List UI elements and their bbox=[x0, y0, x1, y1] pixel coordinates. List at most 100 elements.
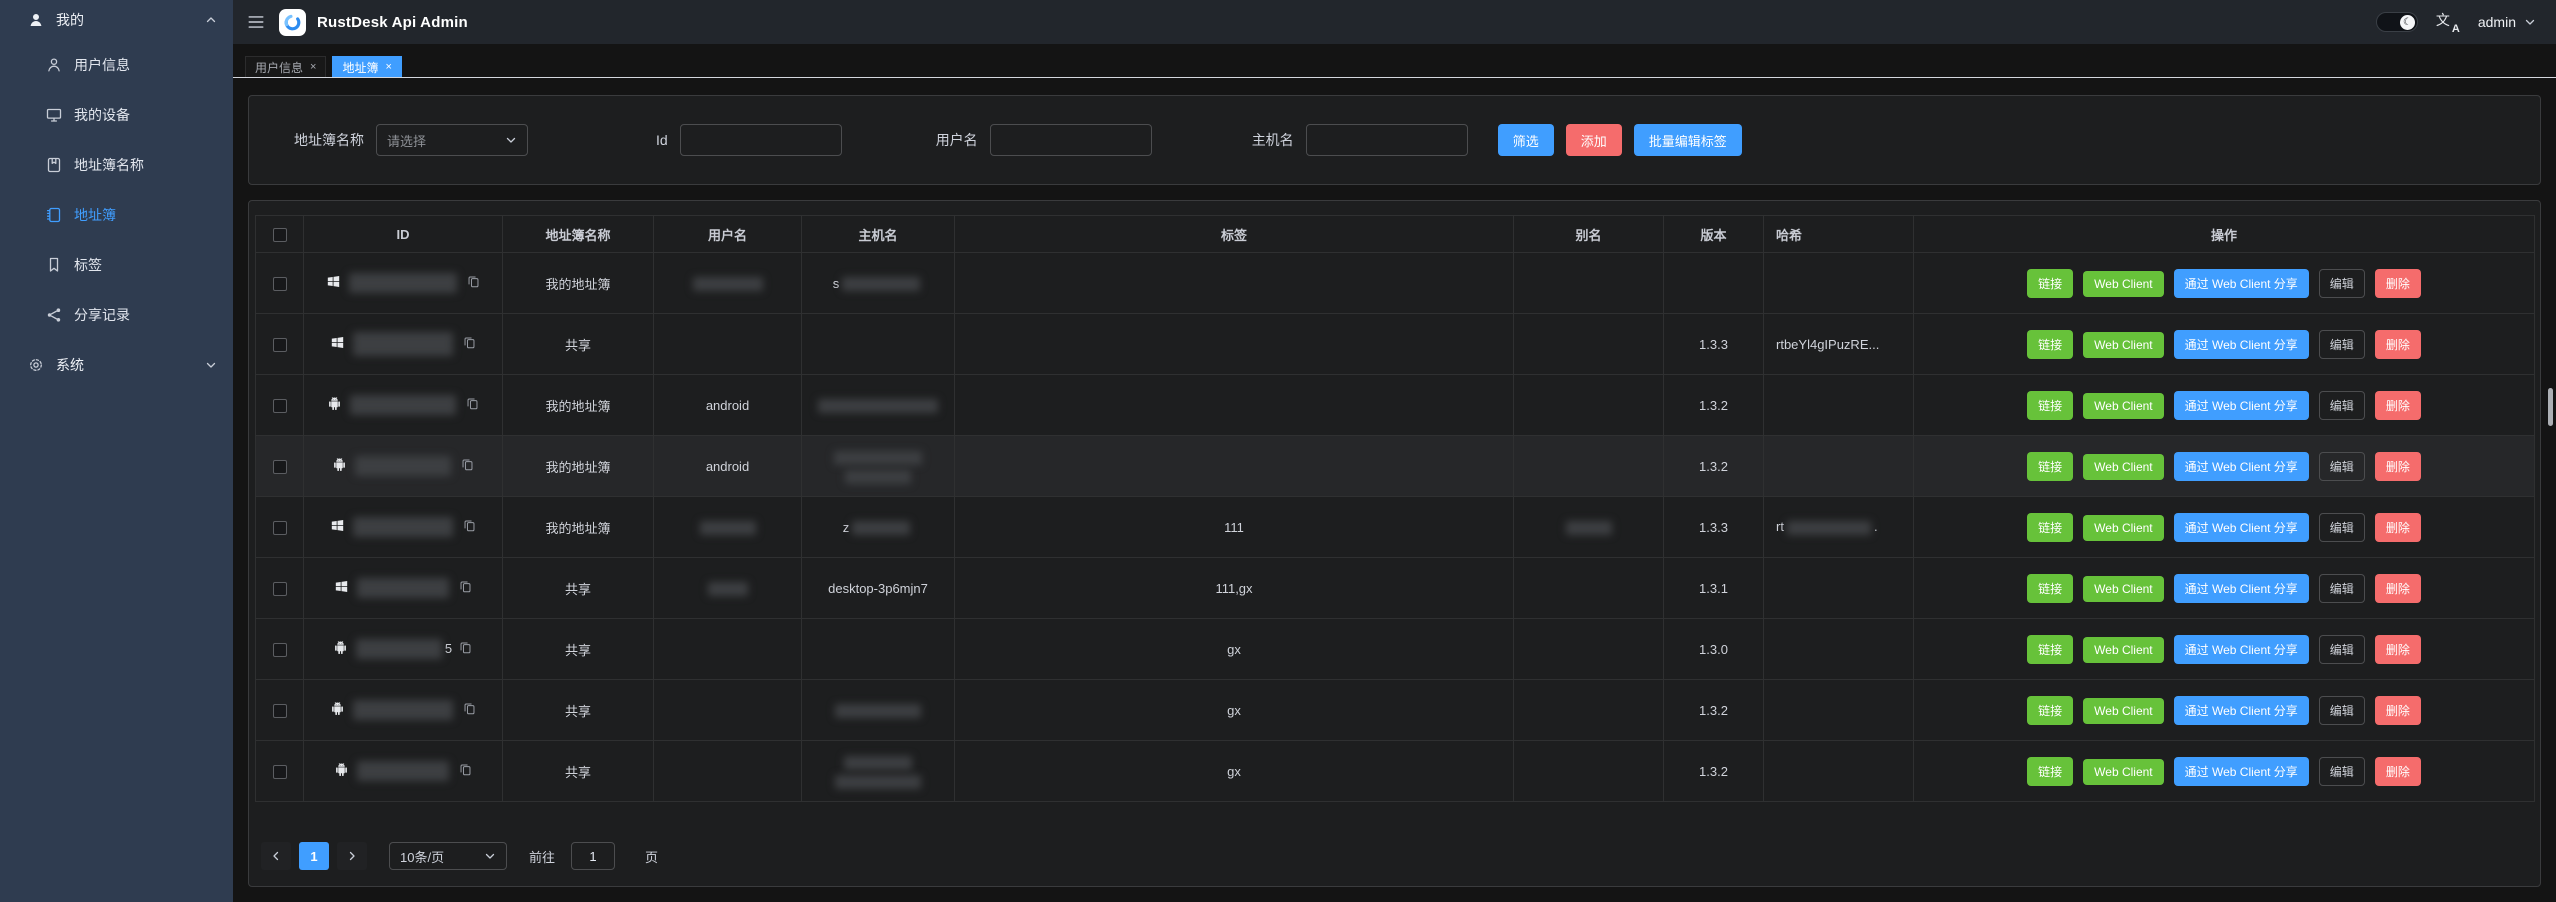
share-web-client-button[interactable]: 通过 Web Client 分享 bbox=[2174, 635, 2309, 664]
sidebar-item-share-records[interactable]: 分享记录 bbox=[0, 290, 233, 340]
web-client-button[interactable]: Web Client bbox=[2083, 454, 2163, 480]
edit-button[interactable]: 编辑 bbox=[2319, 574, 2365, 603]
web-client-button[interactable]: Web Client bbox=[2083, 332, 2163, 358]
copy-icon[interactable] bbox=[461, 457, 474, 476]
row-checkbox[interactable] bbox=[273, 704, 287, 718]
edit-button[interactable]: 编辑 bbox=[2319, 269, 2365, 298]
notebook-icon bbox=[46, 207, 62, 223]
web-client-button[interactable]: Web Client bbox=[2083, 515, 2163, 541]
language-icon[interactable]: 文A bbox=[2436, 11, 2460, 33]
web-client-button[interactable]: Web Client bbox=[2083, 759, 2163, 785]
delete-button[interactable]: 删除 bbox=[2375, 330, 2421, 359]
tab-addressbook[interactable]: 地址簿 × bbox=[332, 56, 401, 77]
edit-button[interactable]: 编辑 bbox=[2319, 452, 2365, 481]
windows-icon bbox=[331, 335, 344, 354]
copy-icon[interactable] bbox=[463, 335, 476, 354]
share-web-client-button[interactable]: 通过 Web Client 分享 bbox=[2174, 757, 2309, 786]
copy-icon[interactable] bbox=[463, 518, 476, 537]
web-client-button[interactable]: Web Client bbox=[2083, 698, 2163, 724]
row-checkbox[interactable] bbox=[273, 643, 287, 657]
web-client-button[interactable]: Web Client bbox=[2083, 637, 2163, 663]
sidebar-item-addressbook-names[interactable]: 地址簿名称 bbox=[0, 140, 233, 190]
sidebar-item-addressbook[interactable]: 地址簿 bbox=[0, 190, 233, 240]
web-client-button[interactable]: Web Client bbox=[2083, 576, 2163, 602]
filter-panel: 地址簿名称 请选择 Id 用户名 主机名 筛选 添加 批量编辑标签 bbox=[248, 95, 2541, 185]
edit-button[interactable]: 编辑 bbox=[2319, 330, 2365, 359]
delete-button[interactable]: 删除 bbox=[2375, 391, 2421, 420]
goto-label: 前往 bbox=[529, 847, 555, 866]
add-button[interactable]: 添加 bbox=[1566, 124, 1622, 156]
tab-user-info[interactable]: 用户信息 × bbox=[245, 56, 326, 77]
delete-button[interactable]: 删除 bbox=[2375, 757, 2421, 786]
select-all-checkbox[interactable] bbox=[273, 228, 287, 242]
sidebar-item-my-devices[interactable]: 我的设备 bbox=[0, 90, 233, 140]
addressbook-name-select[interactable]: 请选择 bbox=[376, 124, 528, 156]
close-icon[interactable]: × bbox=[385, 62, 391, 73]
next-page-button[interactable] bbox=[337, 842, 367, 870]
username-input[interactable] bbox=[990, 124, 1152, 156]
close-icon[interactable]: × bbox=[310, 62, 316, 73]
dark-mode-toggle[interactable]: ☾ bbox=[2376, 12, 2418, 32]
sidebar-group-my[interactable]: 我的 bbox=[0, 0, 233, 40]
redacted-text bbox=[357, 578, 449, 598]
link-button[interactable]: 链接 bbox=[2027, 452, 2073, 481]
filter-button[interactable]: 筛选 bbox=[1498, 124, 1554, 156]
link-button[interactable]: 链接 bbox=[2027, 391, 2073, 420]
redacted-text bbox=[353, 332, 453, 356]
prev-page-button[interactable] bbox=[261, 842, 291, 870]
copy-icon[interactable] bbox=[459, 579, 472, 598]
row-checkbox[interactable] bbox=[273, 399, 287, 413]
delete-button[interactable]: 删除 bbox=[2375, 696, 2421, 725]
copy-icon[interactable] bbox=[459, 640, 472, 659]
copy-icon[interactable] bbox=[467, 274, 480, 293]
row-checkbox[interactable] bbox=[273, 521, 287, 535]
sidebar-group-system[interactable]: 系统 bbox=[0, 340, 233, 390]
share-web-client-button[interactable]: 通过 Web Client 分享 bbox=[2174, 574, 2309, 603]
share-web-client-button[interactable]: 通过 Web Client 分享 bbox=[2174, 452, 2309, 481]
edit-button[interactable]: 编辑 bbox=[2319, 391, 2365, 420]
link-button[interactable]: 链接 bbox=[2027, 757, 2073, 786]
batch-edit-tags-button[interactable]: 批量编辑标签 bbox=[1634, 124, 1742, 156]
link-button[interactable]: 链接 bbox=[2027, 513, 2073, 542]
share-web-client-button[interactable]: 通过 Web Client 分享 bbox=[2174, 696, 2309, 725]
row-checkbox[interactable] bbox=[273, 277, 287, 291]
copy-icon[interactable] bbox=[466, 396, 479, 415]
delete-button[interactable]: 删除 bbox=[2375, 452, 2421, 481]
link-button[interactable]: 链接 bbox=[2027, 635, 2073, 664]
share-web-client-button[interactable]: 通过 Web Client 分享 bbox=[2174, 269, 2309, 298]
edit-button[interactable]: 编辑 bbox=[2319, 696, 2365, 725]
page-size-select[interactable]: 10条/页 bbox=[389, 842, 507, 870]
menu-fold-icon[interactable] bbox=[245, 11, 267, 33]
row-checkbox[interactable] bbox=[273, 460, 287, 474]
row-checkbox[interactable] bbox=[273, 338, 287, 352]
row-checkbox[interactable] bbox=[273, 765, 287, 779]
delete-button[interactable]: 删除 bbox=[2375, 513, 2421, 542]
copy-icon[interactable] bbox=[459, 762, 472, 781]
web-client-button[interactable]: Web Client bbox=[2083, 271, 2163, 297]
link-button[interactable]: 链接 bbox=[2027, 269, 2073, 298]
scrollbar-thumb[interactable] bbox=[2548, 388, 2553, 426]
link-button[interactable]: 链接 bbox=[2027, 696, 2073, 725]
sidebar-item-user-info[interactable]: 用户信息 bbox=[0, 40, 233, 90]
share-web-client-button[interactable]: 通过 Web Client 分享 bbox=[2174, 330, 2309, 359]
link-button[interactable]: 链接 bbox=[2027, 574, 2073, 603]
user-dropdown[interactable]: admin bbox=[2478, 14, 2536, 30]
delete-button[interactable]: 删除 bbox=[2375, 574, 2421, 603]
sidebar-item-tags[interactable]: 标签 bbox=[0, 240, 233, 290]
cell-version: 1.3.0 bbox=[1664, 619, 1764, 680]
share-web-client-button[interactable]: 通过 Web Client 分享 bbox=[2174, 513, 2309, 542]
delete-button[interactable]: 删除 bbox=[2375, 269, 2421, 298]
web-client-button[interactable]: Web Client bbox=[2083, 393, 2163, 419]
edit-button[interactable]: 编辑 bbox=[2319, 513, 2365, 542]
link-button[interactable]: 链接 bbox=[2027, 330, 2073, 359]
share-web-client-button[interactable]: 通过 Web Client 分享 bbox=[2174, 391, 2309, 420]
edit-button[interactable]: 编辑 bbox=[2319, 635, 2365, 664]
copy-icon[interactable] bbox=[463, 701, 476, 720]
delete-button[interactable]: 删除 bbox=[2375, 635, 2421, 664]
page-number-active[interactable]: 1 bbox=[299, 842, 329, 870]
edit-button[interactable]: 编辑 bbox=[2319, 757, 2365, 786]
row-checkbox[interactable] bbox=[273, 582, 287, 596]
goto-page-input[interactable] bbox=[571, 842, 615, 870]
hostname-input[interactable] bbox=[1306, 124, 1468, 156]
id-input[interactable] bbox=[680, 124, 842, 156]
